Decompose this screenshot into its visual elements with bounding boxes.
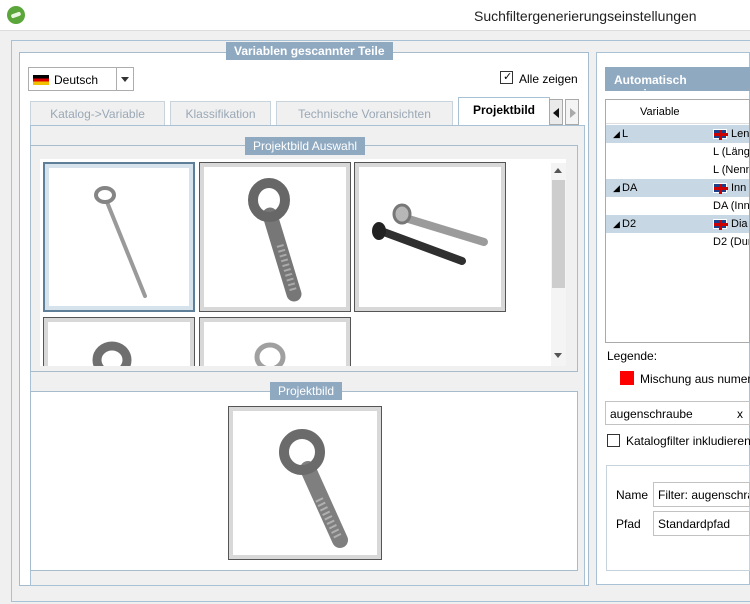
window-title: Suchfiltergenerierungseinstellungen bbox=[474, 8, 697, 24]
name-value: Filter: augenschra bbox=[658, 488, 750, 502]
grid-value: L (Läng bbox=[713, 146, 750, 158]
tab-klassifikation[interactable]: Klassifikation bbox=[170, 101, 271, 127]
tab-technische-voransichten[interactable]: Technische Voransichten bbox=[276, 101, 453, 127]
search-input[interactable]: augenschraube x bbox=[605, 401, 750, 425]
eye-bolt-image bbox=[248, 178, 302, 302]
eye-bolt-image bbox=[92, 341, 132, 366]
show-all-label: Alle zeigen bbox=[519, 72, 578, 86]
tab-projektbild[interactable]: Projektbild bbox=[458, 97, 550, 127]
grid-row[interactable]: ◢ DA Inn bbox=[606, 179, 749, 197]
uk-flag-icon bbox=[713, 219, 728, 230]
show-all-checkbox[interactable]: ✓ bbox=[500, 71, 513, 84]
path-field[interactable]: Standardpfad bbox=[653, 511, 750, 536]
app-icon bbox=[7, 6, 25, 24]
path-label: Pfad bbox=[616, 517, 641, 531]
thumbnail-image bbox=[359, 167, 501, 307]
thumbnail-item[interactable] bbox=[199, 162, 351, 312]
tab-katalog-variable[interactable]: Katalog->Variable bbox=[30, 101, 165, 127]
eye-bolt-image bbox=[279, 429, 348, 548]
scroll-down-icon[interactable] bbox=[554, 353, 562, 358]
grid-value: L (Nenn bbox=[713, 164, 750, 176]
selection-group-title: Projektbild Auswahl bbox=[245, 137, 366, 155]
thumbnail-image bbox=[204, 322, 346, 366]
grid-row[interactable]: DA (Inn bbox=[606, 197, 750, 215]
scrollbar-thumb[interactable] bbox=[552, 180, 565, 288]
chevron-down-icon[interactable] bbox=[116, 68, 133, 90]
thumbnail-item[interactable] bbox=[43, 162, 195, 312]
check-icon: ✓ bbox=[503, 71, 513, 83]
name-field[interactable]: Filter: augenschra bbox=[653, 482, 750, 507]
grid-header-variable: Variable bbox=[640, 106, 680, 118]
legend-color-swatch bbox=[620, 371, 634, 385]
thumbnail-scrollbar[interactable] bbox=[551, 163, 566, 366]
uk-flag-icon bbox=[713, 129, 728, 140]
language-select[interactable]: Deutsch bbox=[28, 67, 134, 91]
language-value: Deutsch bbox=[54, 73, 99, 87]
assign-automatically-button[interactable]: Automatisch zuweisen bbox=[605, 67, 750, 101]
name-label: Name bbox=[616, 488, 649, 502]
thumbnail-item[interactable] bbox=[43, 317, 195, 366]
expand-icon[interactable]: ◢ bbox=[613, 125, 620, 143]
uk-flag-icon bbox=[713, 183, 728, 194]
include-catalog-checkbox[interactable] bbox=[607, 434, 620, 447]
preview-image bbox=[233, 411, 377, 555]
grid-value: Len bbox=[731, 128, 750, 140]
thumbnail-image bbox=[48, 322, 190, 366]
path-value: Standardpfad bbox=[658, 517, 731, 531]
left-group-title: Variablen gescannter Teile bbox=[226, 42, 393, 60]
grid-value: DA (Inn bbox=[713, 200, 750, 212]
grid-header: Variable bbox=[606, 100, 749, 124]
chevron-right-icon bbox=[570, 108, 576, 118]
preview-group-title: Projektbild bbox=[270, 382, 343, 400]
grid-row[interactable]: ◢ D2 Dia bbox=[606, 215, 749, 233]
thumbnail-image bbox=[49, 168, 189, 306]
screws-image bbox=[372, 203, 488, 265]
legend-label: Legende: bbox=[607, 349, 658, 363]
tab-scroll-right-button[interactable] bbox=[565, 99, 579, 125]
eye-bolt-image bbox=[94, 186, 147, 298]
scroll-up-icon[interactable] bbox=[554, 168, 562, 173]
grid-row[interactable]: L (Läng bbox=[606, 143, 750, 161]
tab-scroll-left-button[interactable] bbox=[549, 99, 563, 125]
clear-icon[interactable]: x bbox=[737, 407, 743, 421]
eye-bolt-image bbox=[254, 342, 286, 366]
grid-value: Dia bbox=[731, 218, 748, 230]
grid-value: D2 (Dur bbox=[713, 236, 750, 248]
search-value: augenschraube bbox=[610, 407, 693, 421]
thumbnail-item[interactable] bbox=[199, 317, 351, 366]
thumbnail-item[interactable] bbox=[354, 162, 506, 312]
project-image-preview bbox=[228, 406, 382, 560]
variable-grid[interactable]: Variable ◢ L Len L (Läng L (Nenn ◢ DA In… bbox=[605, 99, 750, 343]
expand-icon[interactable]: ◢ bbox=[613, 179, 620, 197]
germany-flag-icon bbox=[33, 75, 49, 85]
grid-row[interactable]: L (Nenn bbox=[606, 161, 750, 179]
include-catalog-label: Katalogfilter inkludieren bbox=[626, 434, 750, 448]
thumbnail-list bbox=[40, 159, 566, 366]
grid-value: Inn bbox=[731, 182, 747, 194]
grid-row[interactable]: D2 (Dur bbox=[606, 233, 750, 251]
grid-variable: D2 bbox=[622, 218, 637, 230]
legend-item-label: Mischung aus numer bbox=[640, 372, 750, 386]
title-bar: Suchfiltergenerierungseinstellungen bbox=[0, 0, 750, 31]
grid-variable: DA bbox=[622, 182, 638, 194]
grid-variable: L bbox=[622, 128, 629, 140]
chevron-left-icon bbox=[553, 108, 559, 118]
thumbnail-image bbox=[204, 167, 346, 307]
expand-icon[interactable]: ◢ bbox=[613, 215, 620, 233]
grid-row[interactable]: ◢ L Len bbox=[606, 125, 750, 143]
